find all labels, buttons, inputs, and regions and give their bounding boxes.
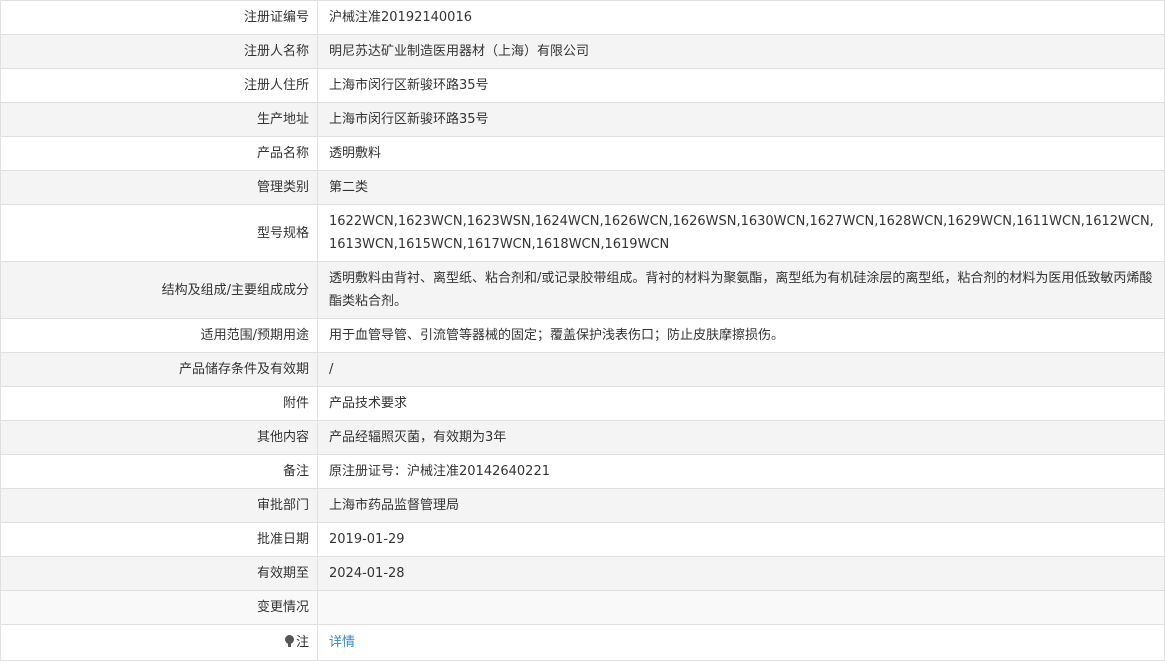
field-value: 2024-01-28: [317, 556, 1165, 591]
field-value: 透明敷料: [317, 136, 1165, 171]
field-label: 其他内容: [0, 420, 318, 455]
table-row: 注册人住所 上海市闵行区新骏环路35号: [0, 68, 1165, 103]
note-label-cell: 注: [0, 624, 318, 661]
lightbulb-icon: [284, 635, 294, 648]
field-value: 上海市药品监督管理局: [317, 488, 1165, 523]
table-row: 备注 原注册证号：沪械注准20142640221: [0, 454, 1165, 489]
table-row: 批准日期 2019-01-29: [0, 522, 1165, 557]
details-link[interactable]: 详情: [329, 635, 355, 650]
table-row: 生产地址 上海市闵行区新骏环路35号: [0, 102, 1165, 137]
field-value: 原注册证号：沪械注准20142640221: [317, 454, 1165, 489]
field-label: 备注: [0, 454, 318, 489]
table-row: 附件 产品技术要求: [0, 386, 1165, 421]
field-value: 上海市闵行区新骏环路35号: [317, 68, 1165, 103]
field-label: 注册人名称: [0, 34, 318, 69]
table-row: 变更情况: [0, 590, 1165, 625]
field-value: 用于血管导管、引流管等器械的固定；覆盖保护浅表伤口；防止皮肤摩擦损伤。: [317, 318, 1165, 353]
table-row: 管理类别 第二类: [0, 170, 1165, 205]
field-value: 产品经辐照灭菌，有效期为3年: [317, 420, 1165, 455]
field-value: 2019-01-29: [317, 522, 1165, 557]
table-row: 适用范围/预期用途 用于血管导管、引流管等器械的固定；覆盖保护浅表伤口；防止皮肤…: [0, 318, 1165, 353]
registration-record-table: 注册证编号 沪械注准20192140016 注册人名称 明尼苏达矿业制造医用器材…: [0, 0, 1165, 661]
table-row: 产品名称 透明敷料: [0, 136, 1165, 171]
field-label: 审批部门: [0, 488, 318, 523]
field-label: 产品名称: [0, 136, 318, 171]
field-value: /: [317, 352, 1165, 387]
field-value: 第二类: [317, 170, 1165, 205]
field-value: 产品技术要求: [317, 386, 1165, 421]
field-label: 附件: [0, 386, 318, 421]
field-value: 上海市闵行区新骏环路35号: [317, 102, 1165, 137]
field-label: 变更情况: [0, 590, 318, 625]
note-row: 注 详情: [0, 624, 1165, 661]
field-label: 注册人住所: [0, 68, 318, 103]
table-row: 其他内容 产品经辐照灭菌，有效期为3年: [0, 420, 1165, 455]
field-label: 管理类别: [0, 170, 318, 205]
table-row: 注册证编号 沪械注准20192140016: [0, 0, 1165, 35]
note-value-cell: 详情: [317, 624, 1165, 661]
field-label: 批准日期: [0, 522, 318, 557]
field-value: 明尼苏达矿业制造医用器材（上海）有限公司: [317, 34, 1165, 69]
table-row: 注册人名称 明尼苏达矿业制造医用器材（上海）有限公司: [0, 34, 1165, 69]
note-label: 注: [295, 635, 309, 650]
field-label: 型号规格: [0, 204, 318, 262]
table-row: 有效期至 2024-01-28: [0, 556, 1165, 591]
table-row: 产品储存条件及有效期 /: [0, 352, 1165, 387]
field-label: 适用范围/预期用途: [0, 318, 318, 353]
field-label: 结构及组成/主要组成成分: [0, 261, 318, 319]
field-label: 注册证编号: [0, 0, 318, 35]
field-label: 有效期至: [0, 556, 318, 591]
field-value: 沪械注准20192140016: [317, 0, 1165, 35]
field-value: 1622WCN,1623WCN,1623WSN,1624WCN,1626WCN,…: [317, 204, 1165, 262]
field-label: 产品储存条件及有效期: [0, 352, 318, 387]
table-row: 审批部门 上海市药品监督管理局: [0, 488, 1165, 523]
field-value: [317, 590, 1165, 625]
table-row: 结构及组成/主要组成成分 透明敷料由背衬、离型纸、粘合剂和/或记录胶带组成。背衬…: [0, 261, 1165, 319]
field-value: 透明敷料由背衬、离型纸、粘合剂和/或记录胶带组成。背衬的材料为聚氨酯，离型纸为有…: [317, 261, 1165, 319]
field-label: 生产地址: [0, 102, 318, 137]
table-row: 型号规格 1622WCN,1623WCN,1623WSN,1624WCN,162…: [0, 204, 1165, 262]
